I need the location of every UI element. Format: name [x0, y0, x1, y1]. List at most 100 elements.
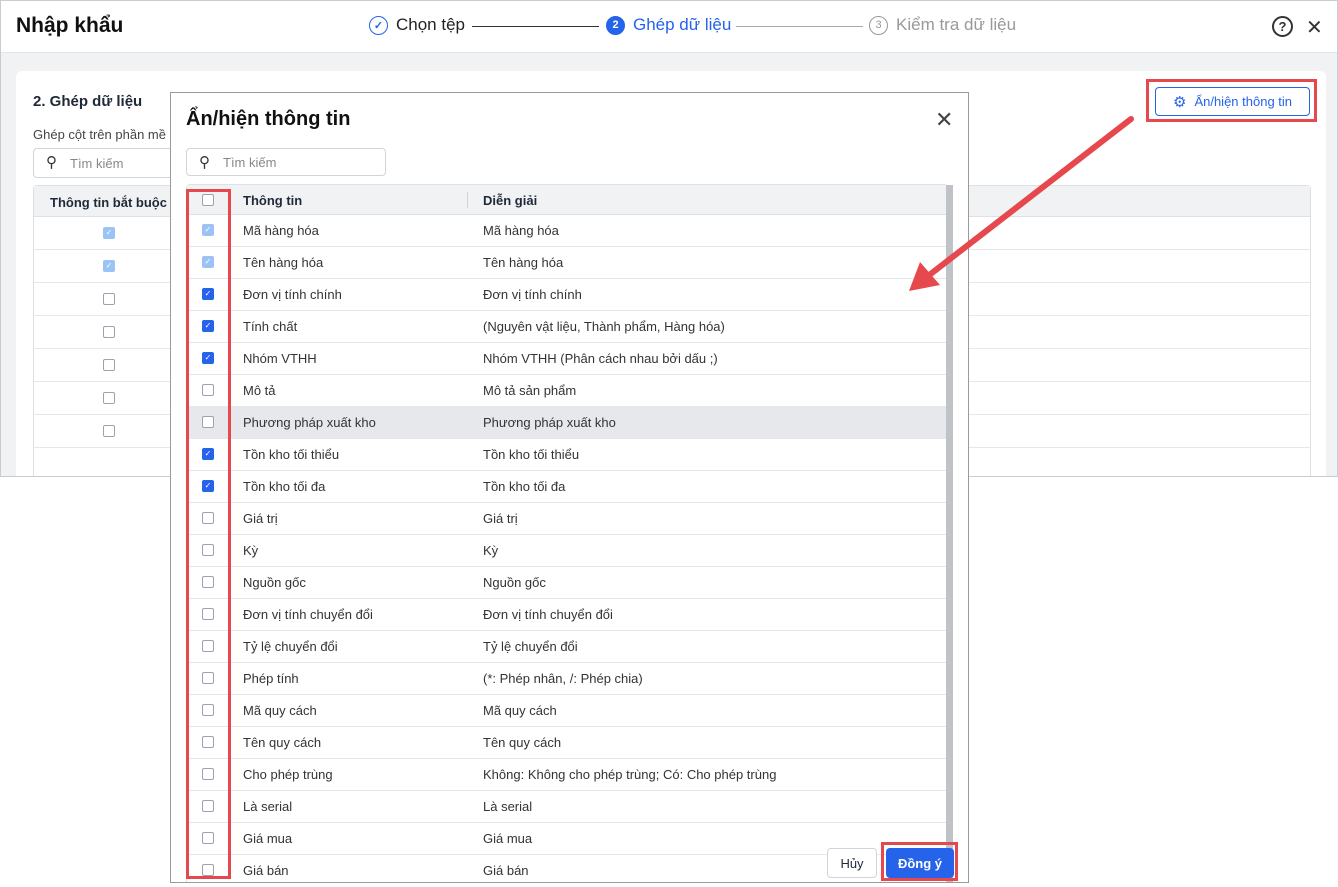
row-checkbox[interactable]: [202, 608, 214, 620]
row-checkbox[interactable]: [103, 392, 115, 404]
field-row[interactable]: Phương pháp xuất kho Phương pháp xuất kho: [187, 407, 947, 439]
row-checkbox[interactable]: ✓: [202, 448, 214, 460]
search-placeholder: Tìm kiếm: [223, 155, 277, 170]
step-check-data: 3 Kiểm tra dữ liệu: [869, 15, 1016, 35]
field-description: Đơn vị tính chuyển đổi: [483, 607, 613, 622]
row-checkbox[interactable]: [103, 425, 115, 437]
row-checkbox[interactable]: [202, 864, 214, 876]
field-name: Là serial: [243, 799, 293, 814]
button-label: Ẩn/hiện thông tin: [1194, 94, 1293, 109]
field-description: Tỷ lệ chuyển đổi: [483, 639, 578, 654]
field-description: Nguồn gốc: [483, 575, 546, 590]
field-row[interactable]: Tỷ lệ chuyển đổi Tỷ lệ chuyển đổi: [187, 631, 947, 663]
field-row[interactable]: ✓ Tính chất (Nguyên vật liệu, Thành phẩm, …: [187, 311, 947, 343]
show-hide-info-button[interactable]: ⚙ Ẩn/hiện thông tin: [1155, 87, 1310, 116]
row-checkbox[interactable]: ✓: [202, 288, 214, 300]
field-row[interactable]: Phép tính (*: Phép nhân, /: Phép chia): [187, 663, 947, 695]
row-checkbox[interactable]: [202, 672, 214, 684]
column-divider: [228, 192, 229, 208]
row-checkbox[interactable]: [202, 544, 214, 556]
row-checkbox[interactable]: [202, 736, 214, 748]
step-number: 3: [869, 15, 888, 35]
field-description: Mô tả sản phẩm: [483, 383, 577, 398]
row-checkbox[interactable]: [202, 640, 214, 652]
field-description: Tồn kho tối thiểu: [483, 447, 580, 462]
field-row[interactable]: Mã quy cách Mã quy cách: [187, 695, 947, 727]
help-icon[interactable]: ?: [1272, 16, 1293, 37]
field-name: Đơn vị tính chuyển đổi: [243, 607, 373, 622]
search-placeholder: Tìm kiếm: [70, 156, 124, 171]
field-description: Tồn kho tối đa: [483, 479, 566, 494]
row-checkbox[interactable]: [202, 832, 214, 844]
field-name: Tên quy cách: [243, 735, 322, 750]
row-checkbox[interactable]: [103, 326, 115, 338]
select-all-checkbox[interactable]: [202, 194, 214, 206]
step-choose-file: ✓ Chọn tệp: [369, 15, 465, 35]
field-name: Phương pháp xuất kho: [243, 415, 376, 430]
row-checkbox[interactable]: [202, 576, 214, 588]
col-info: Thông tin: [243, 193, 303, 208]
field-name: Tồn kho tối đa: [243, 479, 326, 494]
field-description: Không: Không cho phép trùng; Có: Cho phé…: [483, 767, 777, 782]
field-row[interactable]: ✓ Tồn kho tối đa Tồn kho tối đa: [187, 471, 947, 503]
row-checkbox[interactable]: [202, 800, 214, 812]
row-checkbox[interactable]: [103, 359, 115, 371]
field-name: Giá trị: [243, 511, 278, 526]
search-input[interactable]: ⚲ Tìm kiếm: [186, 148, 386, 176]
field-row[interactable]: Giá trị Giá trị: [187, 503, 947, 535]
field-description: Kỳ: [483, 543, 499, 558]
field-row[interactable]: ✓ Mã hàng hóa Mã hàng hóa: [187, 215, 947, 247]
field-description: Phương pháp xuất kho: [483, 415, 616, 430]
row-checkbox[interactable]: ✓: [202, 320, 214, 332]
row-checkbox: ✓: [103, 227, 115, 239]
row-checkbox: ✓: [103, 260, 115, 272]
close-icon[interactable]: ✕: [1306, 15, 1323, 40]
field-row[interactable]: ✓ Đơn vị tính chính Đơn vị tính chính: [187, 279, 947, 311]
field-row[interactable]: Mô tả Mô tả sản phẩm: [187, 375, 947, 407]
step-label: Chọn tệp: [396, 15, 465, 34]
field-name: Nhóm VTHH: [243, 351, 317, 366]
field-name: Tính chất: [243, 319, 298, 334]
field-name: Nguồn gốc: [243, 575, 306, 590]
step-label: Kiểm tra dữ liệu: [896, 15, 1017, 34]
field-description: (*: Phép nhân, /: Phép chia): [483, 671, 643, 686]
field-row[interactable]: Tên quy cách Tên quy cách: [187, 727, 947, 759]
check-circle-icon: ✓: [369, 15, 388, 35]
field-row[interactable]: ✓ Nhóm VTHH Nhóm VTHH (Phân cách nhau bởi …: [187, 343, 947, 375]
row-checkbox[interactable]: [103, 293, 115, 305]
table-header: Thông tin Diễn giải: [187, 185, 947, 215]
field-row[interactable]: Cho phép trùng Không: Không cho phép trùn…: [187, 759, 947, 791]
field-description: Giá trị: [483, 511, 518, 526]
field-description: Mã hàng hóa: [483, 223, 559, 238]
field-row[interactable]: ✓ Tên hàng hóa Tên hàng hóa: [187, 247, 947, 279]
section-subtitle: Ghép cột trên phần mề: [33, 127, 166, 142]
col-desc: Diễn giải: [483, 193, 538, 208]
close-icon[interactable]: ✕: [935, 107, 953, 133]
field-row[interactable]: ✓ Tồn kho tối thiểu Tồn kho tối thiểu: [187, 439, 947, 471]
field-description: (Nguyên vật liệu, Thành phẩm, Hàng hóa): [483, 319, 725, 334]
scrollbar[interactable]: [946, 185, 953, 882]
field-row[interactable]: Kỳ Kỳ: [187, 535, 947, 567]
row-checkbox[interactable]: ✓: [202, 352, 214, 364]
row-checkbox[interactable]: [202, 768, 214, 780]
field-name: Tên hàng hóa: [243, 255, 324, 270]
field-name: Mã hàng hóa: [243, 223, 319, 238]
row-checkbox[interactable]: [202, 416, 214, 428]
step-number: 2: [606, 15, 625, 35]
field-name: Giá bán: [243, 863, 289, 878]
row-checkbox: ✓: [202, 224, 214, 236]
row-checkbox[interactable]: [202, 704, 214, 716]
row-checkbox[interactable]: ✓: [202, 480, 214, 492]
row-checkbox[interactable]: [202, 512, 214, 524]
cancel-button[interactable]: Hủy: [827, 848, 877, 878]
field-row[interactable]: Nguồn gốc Nguồn gốc: [187, 567, 947, 599]
search-input[interactable]: ⚲ Tìm kiếm: [33, 148, 193, 178]
field-row[interactable]: Là serial Là serial: [187, 791, 947, 823]
field-row[interactable]: Đơn vị tính chuyển đổi Đơn vị tính chuyển…: [187, 599, 947, 631]
field-description: Tên quy cách: [483, 735, 562, 750]
field-description: Mã quy cách: [483, 703, 557, 718]
ok-button[interactable]: Đồng ý: [886, 848, 954, 878]
field-name: Tồn kho tối thiểu: [243, 447, 340, 462]
section-title: 2. Ghép dữ liệu: [33, 93, 143, 110]
row-checkbox[interactable]: [202, 384, 214, 396]
